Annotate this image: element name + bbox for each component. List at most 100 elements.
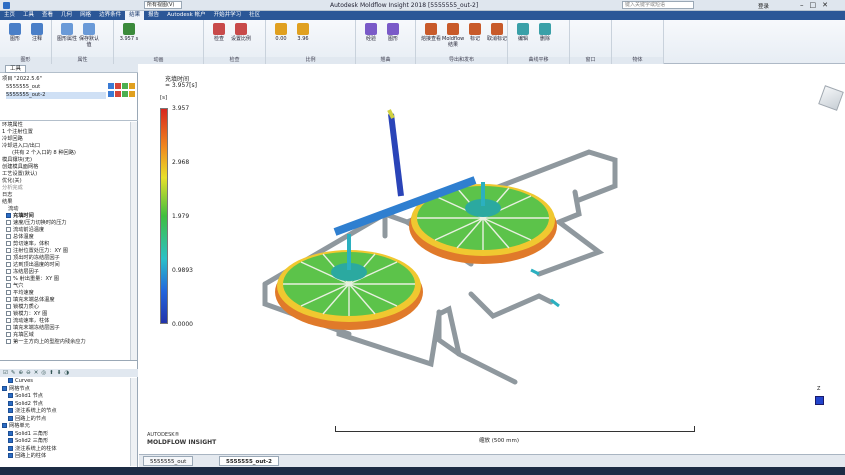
result-checkbox[interactable] — [6, 304, 11, 309]
task-item[interactable]: 冷却回路 — [2, 136, 23, 143]
ribbon-button[interactable]: 熔接查看 — [420, 23, 442, 42]
ribbon-button[interactable]: 经验 — [360, 23, 382, 42]
sign-in-link[interactable]: 登录 — [758, 2, 769, 10]
result-item[interactable]: 流动前沿温度 — [6, 227, 44, 234]
result-checkbox[interactable] — [6, 283, 11, 288]
result-item[interactable]: 注射位置处压力：XY 图 — [6, 248, 68, 255]
result-icon[interactable] — [122, 91, 128, 97]
result-checkbox[interactable] — [6, 255, 11, 260]
task-item[interactable]: (共有 2 个入口的 8 种回路) — [12, 150, 76, 157]
result-checkbox[interactable] — [6, 241, 11, 246]
result-item[interactable]: 气穴 — [6, 283, 23, 290]
window-controls[interactable]: –□✕ — [800, 1, 834, 9]
result-item[interactable]: 锁模力：XY 图 — [6, 311, 47, 318]
result-checkbox[interactable] — [6, 269, 11, 274]
layer-item[interactable]: Solid2 三角形 — [8, 438, 48, 445]
layer-item[interactable]: 网格单元 — [2, 423, 30, 430]
layer-item[interactable]: 回路上的节点 — [8, 415, 46, 423]
ribbon-button[interactable]: 检查 — [208, 23, 230, 42]
layer-item[interactable]: Solid1 三角形 — [8, 430, 48, 438]
ribbon-button[interactable]: 0.00 — [270, 23, 292, 42]
menu-item[interactable]: 主页 — [0, 11, 19, 20]
result-checkbox[interactable] — [6, 339, 11, 344]
menu-item[interactable]: 社区 — [245, 11, 264, 20]
task-item[interactable]: 模具镶块(无) — [2, 157, 32, 164]
result-item[interactable]: 达到顶出温度的时间 — [6, 262, 60, 269]
menu-item[interactable]: 边界条件 — [95, 11, 125, 20]
menu-item[interactable]: 报告 — [144, 11, 163, 20]
menu-item[interactable]: 工具 — [19, 11, 38, 20]
layer-checkbox[interactable] — [8, 378, 13, 383]
task-item[interactable]: 分析完成 — [2, 185, 23, 192]
layer-item[interactable]: Solid1 节点 — [8, 393, 43, 400]
ribbon-button[interactable]: 取消标记 — [486, 23, 508, 42]
ribbon-button[interactable]: 编辑 — [512, 23, 534, 42]
task-scrollbar[interactable] — [130, 122, 137, 360]
ribbon-button[interactable]: Moldflow 结果 — [442, 23, 464, 48]
result-item[interactable]: 第一主方向上的型腔内残余应力 — [6, 339, 86, 346]
search-input[interactable]: 键入关键字或短语 — [622, 1, 694, 9]
result-item[interactable]: 冻结层因子 — [6, 269, 39, 276]
result-item[interactable]: 剪切速率，体积 — [6, 241, 49, 248]
result-checkbox[interactable] — [6, 262, 11, 267]
result-checkbox[interactable] — [6, 332, 11, 337]
menu-item[interactable]: 开始并学习 — [210, 11, 246, 20]
layer-item[interactable]: 网格节点 — [2, 385, 30, 393]
results-folder[interactable]: 流动 — [8, 206, 18, 213]
result-checkbox[interactable] — [6, 325, 11, 330]
result-item[interactable]: 速度/压力切换时的压力 — [6, 220, 67, 227]
ribbon-button[interactable]: 删除 — [534, 23, 556, 42]
result-item[interactable]: 填充末端总体温度 — [6, 297, 55, 304]
layer-checkbox[interactable] — [8, 415, 13, 421]
task-item[interactable]: 工艺设置(默认) — [2, 171, 37, 178]
layers-tool-icons[interactable]: ☑✎⊕⊖✕◎⬆⬇◑ — [3, 370, 72, 376]
task-item[interactable]: 冷却进入口/出口 — [2, 143, 40, 150]
layer-checkbox[interactable] — [8, 393, 13, 398]
ribbon-button[interactable]: 3.957 s — [118, 23, 140, 42]
tab-study-1[interactable]: 5555555_out — [143, 456, 194, 466]
task-item[interactable]: 优化(关) — [2, 178, 22, 185]
ribbon-button[interactable]: 图形属性 — [56, 23, 78, 42]
result-checkbox[interactable] — [6, 318, 11, 323]
result-checkbox[interactable] — [6, 297, 11, 302]
layer-item[interactable]: 回路上的柱体 — [8, 453, 46, 460]
result-checkbox[interactable] — [6, 248, 11, 253]
ribbon-button[interactable]: 图形 — [4, 23, 26, 42]
menu-item[interactable]: Autodesk 帐户 — [163, 11, 209, 20]
ribbon-button[interactable]: 设置比例 — [230, 23, 252, 42]
menu-item[interactable]: 网格 — [76, 11, 95, 20]
ribbon-button[interactable]: 注释 — [26, 23, 48, 42]
layer-checkbox[interactable] — [8, 445, 13, 451]
layer-item[interactable]: 浇注系统上的节点 — [8, 408, 57, 415]
task-item[interactable]: 环境属性 — [2, 122, 23, 129]
layer-checkbox[interactable] — [8, 438, 13, 443]
result-item[interactable]: 平均速度 — [6, 290, 34, 297]
ribbon-button[interactable]: 标记 — [464, 23, 486, 42]
result-checkbox[interactable] — [6, 234, 11, 239]
result-item[interactable]: 填充末端冻结层因子 — [6, 325, 60, 332]
tab-tools[interactable]: 工具 — [5, 65, 27, 73]
model-viewport[interactable]: 充填时间 = 3.957[s] [s] 3.957 2.968 1.979 0.… — [139, 64, 845, 454]
ribbon-button[interactable]: 图形 — [382, 23, 404, 42]
layer-checkbox[interactable] — [8, 453, 13, 458]
menu-item[interactable]: 几何 — [57, 11, 76, 20]
result-item[interactable]: 总体温度 — [6, 234, 34, 241]
task-item[interactable]: 1 个注射位置 — [2, 129, 33, 136]
analysis-icon[interactable] — [115, 83, 121, 89]
ribbon-button[interactable]: 3.96 — [292, 23, 314, 42]
task-item[interactable]: 创建模具面网格 — [2, 164, 38, 171]
layer-checkbox[interactable] — [2, 385, 7, 391]
analysis-icon[interactable] — [115, 91, 121, 97]
result-item[interactable]: 充填区域 — [6, 332, 34, 339]
mesh-icon[interactable] — [108, 91, 114, 97]
ribbon-button[interactable]: 保存默认值 — [78, 23, 100, 48]
view-selector[interactable]: 所有视图(V) — [144, 1, 182, 9]
result-item[interactable]: 顶出时的冻结层因子 — [6, 255, 60, 262]
task-item[interactable]: 日志 — [2, 192, 12, 199]
mesh-icon[interactable] — [108, 83, 114, 89]
result-item[interactable]: 锁模力质心 — [6, 304, 39, 311]
report-icon[interactable] — [129, 91, 135, 97]
layer-item[interactable]: Solid2 节点 — [8, 400, 43, 408]
study-item[interactable]: 5555555_out — [6, 84, 40, 91]
study-item-active[interactable]: 5555555_out-2 — [6, 92, 106, 99]
